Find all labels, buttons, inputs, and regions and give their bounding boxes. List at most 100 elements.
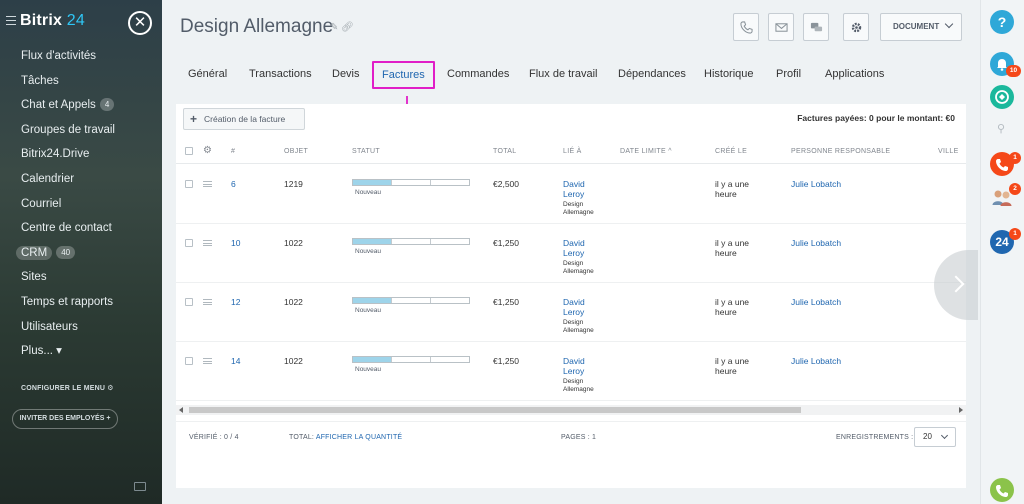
- status-progress-bar[interactable]: [352, 238, 470, 245]
- row-menu-icon[interactable]: [203, 358, 212, 364]
- row-checkbox[interactable]: [185, 239, 193, 247]
- sidebar-item-activity[interactable]: Flux d'activités: [0, 47, 162, 72]
- tab-dependencies[interactable]: Dépendances: [618, 59, 686, 89]
- call-start-icon[interactable]: [990, 478, 1014, 502]
- gear-icon[interactable]: ⚙: [203, 145, 212, 156]
- invite-employees-button[interactable]: INVITER DES EMPLOYÉS +: [12, 409, 118, 429]
- invoice-total: €2,500: [493, 179, 519, 189]
- tab-general[interactable]: Général: [188, 59, 227, 89]
- invoice-number-link[interactable]: 14: [231, 356, 240, 366]
- column-created[interactable]: CRÉÉ LE: [715, 148, 747, 155]
- sidebar-item-groups[interactable]: Groupes de travail: [0, 121, 162, 146]
- status-progress-bar[interactable]: [352, 297, 470, 304]
- scrollbar-thumb[interactable]: [189, 407, 801, 413]
- chat-button[interactable]: [803, 13, 829, 41]
- column-city[interactable]: VILLE: [938, 148, 959, 155]
- contact-link[interactable]: David Leroy: [563, 356, 585, 376]
- row-menu-icon[interactable]: [203, 181, 212, 187]
- sidebar-item-calendar[interactable]: Calendrier: [0, 170, 162, 195]
- responsible-link[interactable]: Julie Lobatch: [791, 179, 841, 189]
- row-checkbox[interactable]: [185, 298, 193, 306]
- column-status[interactable]: STATUT: [352, 148, 380, 155]
- column-responsible[interactable]: PERSONNE RESPONSABLE: [791, 148, 890, 155]
- contact-link[interactable]: David Leroy: [563, 297, 585, 317]
- show-quantity-link[interactable]: AFFICHER LA QUANTITÉ: [316, 434, 402, 441]
- select-all-checkbox[interactable]: [185, 147, 193, 155]
- sidebar-menu: Flux d'activités Tâches Chat et Appels 4 …: [0, 47, 162, 367]
- close-sidebar-icon[interactable]: ✕: [128, 11, 152, 35]
- sidebar-item-sites[interactable]: Sites: [0, 268, 162, 293]
- chevron-down-icon: [940, 431, 949, 440]
- tab-orders[interactable]: Commandes: [447, 59, 509, 89]
- table-row[interactable]: 6 1219 Nouveau €2,500 David Leroy Design A…: [176, 165, 966, 224]
- link-icon[interactable]: 🔗︎: [341, 22, 354, 33]
- total-label: TOTAL: AFFICHER LA QUANTITÉ: [289, 434, 403, 441]
- sidebar-item-chat[interactable]: Chat et Appels 4: [0, 96, 162, 121]
- column-total[interactable]: TOTAL: [493, 148, 516, 155]
- scroll-left-icon[interactable]: [179, 407, 183, 413]
- page-title: Design Allemagne: [180, 16, 334, 37]
- column-linked[interactable]: LIÉ À: [563, 148, 582, 155]
- sidebar-item-crm[interactable]: CRM 40: [0, 244, 162, 269]
- invoice-number-link[interactable]: 6: [231, 179, 236, 189]
- row-menu-icon[interactable]: [203, 240, 212, 246]
- open-lines-icon[interactable]: [990, 85, 1014, 109]
- document-dropdown[interactable]: DOCUMENT: [880, 13, 962, 41]
- menu-icon[interactable]: [6, 16, 16, 25]
- printer-icon[interactable]: [134, 482, 146, 491]
- contact-link[interactable]: David Leroy: [563, 238, 585, 258]
- email-button[interactable]: [768, 13, 794, 41]
- invoice-object: 1219: [284, 179, 303, 189]
- call-button[interactable]: [733, 13, 759, 41]
- row-menu-icon[interactable]: [203, 299, 212, 305]
- responsible-link[interactable]: Julie Lobatch: [791, 238, 841, 248]
- sidebar-item-time-reports[interactable]: Temps et rapports: [0, 293, 162, 318]
- help-icon[interactable]: ?: [990, 10, 1014, 34]
- search-icon[interactable]: ⚲: [997, 122, 1005, 135]
- pencil-icon[interactable]: ✎: [330, 22, 338, 33]
- column-deadline[interactable]: DATE LIMITE ^: [620, 148, 672, 155]
- tab-workflow[interactable]: Flux de travail: [529, 59, 597, 89]
- records-per-page-select[interactable]: 20: [914, 427, 956, 447]
- table-row[interactable]: 12 1022 Nouveau €1,250 David Leroy Design…: [176, 283, 966, 342]
- invoice-number-link[interactable]: 12: [231, 297, 240, 307]
- company-name: Design Allemagne: [563, 319, 594, 334]
- column-object[interactable]: OBJET: [284, 148, 308, 155]
- app-logo[interactable]: Bitrix 24: [20, 12, 85, 30]
- invoice-object: 1022: [284, 297, 303, 307]
- tab-history[interactable]: Historique: [704, 59, 754, 89]
- horizontal-scrollbar[interactable]: [176, 405, 966, 415]
- sidebar-item-drive[interactable]: Bitrix24.Drive: [0, 145, 162, 170]
- tab-quotes[interactable]: Devis: [332, 59, 360, 89]
- row-checkbox[interactable]: [185, 180, 193, 188]
- settings-button[interactable]: [843, 13, 869, 41]
- table-row[interactable]: 14 1022 Nouveau €1,250 David Leroy Design…: [176, 342, 966, 401]
- sidebar-item-contact-center[interactable]: Centre de contact: [0, 219, 162, 244]
- status-progress-bar[interactable]: [352, 179, 470, 186]
- configure-menu-button[interactable]: CONFIGURER LE MENU ⚙: [21, 384, 114, 392]
- plus-icon: +: [190, 112, 198, 126]
- status-progress-bar[interactable]: [352, 356, 470, 363]
- table-footer: VÉRIFIÉ : 0 / 4 TOTAL: AFFICHER LA QUANT…: [176, 421, 966, 453]
- row-checkbox[interactable]: [185, 357, 193, 365]
- column-num[interactable]: #: [231, 148, 235, 155]
- sidebar-item-mail[interactable]: Courriel: [0, 195, 162, 220]
- status-label: Nouveau: [355, 366, 382, 373]
- contact-link[interactable]: David Leroy: [563, 179, 585, 199]
- tab-profile[interactable]: Profil: [776, 59, 801, 89]
- left-sidebar: Bitrix 24 ✕ Flux d'activités Tâches Chat…: [0, 0, 162, 504]
- tab-invoices[interactable]: Factures: [372, 61, 435, 89]
- table-row[interactable]: 10 1022 Nouveau €1,250 David Leroy Design…: [176, 224, 966, 283]
- responsible-link[interactable]: Julie Lobatch: [791, 297, 841, 307]
- responsible-link[interactable]: Julie Lobatch: [791, 356, 841, 366]
- create-invoice-button[interactable]: + Création de la facture: [183, 108, 305, 130]
- invoice-number-link[interactable]: 10: [231, 238, 240, 248]
- tab-transactions[interactable]: Transactions: [249, 59, 312, 89]
- sidebar-item-tasks[interactable]: Tâches: [0, 72, 162, 97]
- tab-applications[interactable]: Applications: [825, 59, 884, 89]
- sidebar-item-more[interactable]: Plus... ▾: [0, 342, 162, 367]
- crm-count-badge: 40: [56, 245, 76, 259]
- calls-badge: 1: [1009, 152, 1021, 164]
- sidebar-item-users[interactable]: Utilisateurs: [0, 318, 162, 343]
- scroll-right-icon[interactable]: [959, 407, 963, 413]
